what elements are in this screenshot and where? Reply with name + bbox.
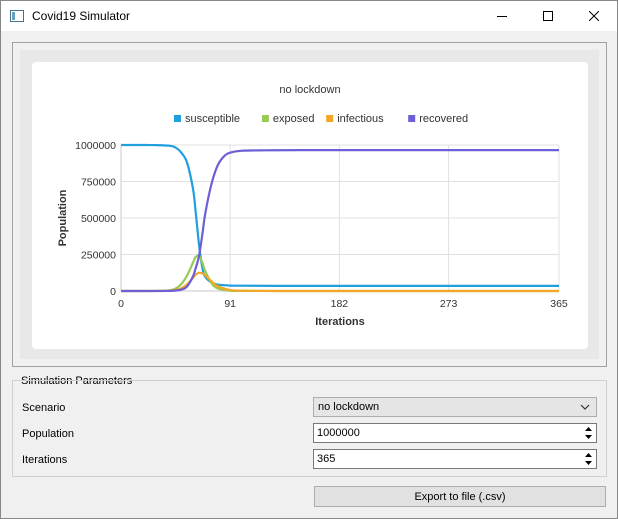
scenario-label: Scenario <box>22 402 66 414</box>
window-title: Covid19 Simulator <box>32 9 131 23</box>
population-stepper <box>581 425 595 441</box>
legend-marker <box>326 115 334 122</box>
chart-title: no lockdown <box>279 84 340 96</box>
legend-marker <box>408 115 416 122</box>
x-tick-label: 273 <box>440 298 458 310</box>
arrow-down-icon <box>584 434 592 439</box>
legend-label: recovered <box>419 113 468 125</box>
arrow-up-icon <box>584 452 592 457</box>
series-line-recovered <box>120 149 559 293</box>
x-tick-label: 365 <box>550 298 568 310</box>
arrow-down-icon <box>584 460 592 465</box>
minimize-button[interactable] <box>479 1 525 31</box>
population-value: 1000000 <box>317 427 360 439</box>
x-tick-label: 182 <box>331 298 349 310</box>
legend-label: infectious <box>337 113 384 125</box>
legend-label: susceptible <box>185 113 240 125</box>
y-tick-label: 0 <box>110 286 116 298</box>
app-window: Covid19 Simulator no lockdown susceptible… <box>0 0 618 519</box>
y-tick-label: 1000000 <box>75 140 116 152</box>
legend-marker <box>174 115 181 122</box>
iterations-spinbox[interactable]: 365 <box>313 449 597 469</box>
close-icon <box>589 11 599 21</box>
population-decrement-button[interactable] <box>581 433 595 441</box>
y-tick-label: 750000 <box>81 177 116 189</box>
chart-panel: no lockdown susceptible exposed infectious r… <box>32 62 588 349</box>
arrow-up-icon <box>584 426 592 431</box>
iterations-value: 365 <box>317 453 336 465</box>
export-csv-button[interactable]: Export to file (.csv) <box>314 486 606 507</box>
close-button[interactable] <box>571 1 617 31</box>
iterations-increment-button[interactable] <box>581 451 595 459</box>
chevron-down-icon <box>580 404 590 410</box>
maximize-icon <box>543 11 553 21</box>
x-axis-label: Iterations <box>315 316 365 328</box>
maximize-button[interactable] <box>525 1 571 31</box>
iterations-label: Iterations <box>22 454 68 466</box>
series-line-susceptible <box>121 143 559 288</box>
minimize-icon <box>497 16 507 17</box>
scenario-select[interactable]: no lockdown <box>313 397 597 417</box>
y-tick-label: 250000 <box>81 250 116 262</box>
population-label: Population <box>22 428 74 440</box>
y-axis-label: Population <box>57 189 69 246</box>
title-bar[interactable]: Covid19 Simulator <box>1 1 617 31</box>
population-increment-button[interactable] <box>581 425 595 433</box>
population-chart: no lockdown susceptible exposed infectious r… <box>57 84 568 328</box>
iterations-stepper <box>581 451 595 467</box>
chart-view: no lockdown susceptible exposed infectious r… <box>12 42 607 367</box>
scenario-value: no lockdown <box>318 401 380 413</box>
chart-background: no lockdown susceptible exposed infectious r… <box>20 50 599 359</box>
legend-marker <box>261 115 269 122</box>
x-tick-label: 0 <box>118 298 124 310</box>
app-icon <box>10 10 24 22</box>
legend-label: exposed <box>273 113 315 125</box>
iterations-decrement-button[interactable] <box>581 459 595 467</box>
x-tick-label: 91 <box>224 298 236 310</box>
population-spinbox[interactable]: 1000000 <box>313 423 597 443</box>
y-tick-label: 500000 <box>81 213 116 225</box>
